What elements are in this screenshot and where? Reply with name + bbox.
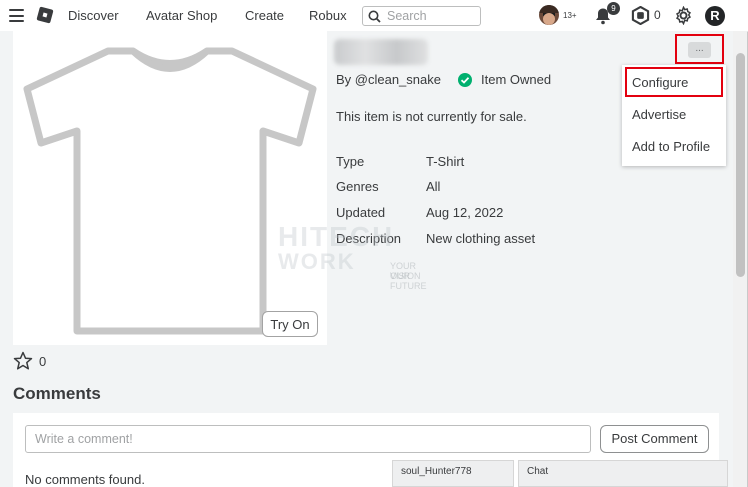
detail-value-updated: Aug 12, 2022 — [426, 205, 504, 220]
robux-icon[interactable] — [631, 6, 650, 25]
item-page-content: Try On By @clean_snake Item Owned This i… — [0, 31, 733, 487]
vertical-scrollbar[interactable] — [733, 31, 747, 487]
sale-status: This item is not currently for sale. — [336, 109, 527, 124]
comment-input[interactable]: Write a comment! — [25, 425, 591, 453]
favorite-star-icon[interactable] — [13, 351, 33, 371]
user-profile-icon[interactable]: R — [705, 6, 725, 26]
scrollbar-thumb[interactable] — [736, 53, 745, 277]
ellipsis-icon: ... — [688, 42, 711, 58]
menu-item-advertise[interactable]: Advertise — [632, 107, 686, 122]
nav-discover[interactable]: Discover — [68, 0, 119, 31]
item-owned-label: Item Owned — [481, 72, 552, 87]
nav-create[interactable]: Create — [245, 0, 284, 31]
comment-placeholder: Write a comment! — [35, 432, 133, 446]
menu-item-configure[interactable]: Configure — [632, 75, 688, 90]
roblox-logo-icon[interactable] — [36, 6, 54, 24]
item-title-blurred — [334, 39, 428, 65]
chat-user-tab[interactable]: soul_Hunter778 — [392, 460, 514, 487]
notification-count-badge: 9 — [607, 2, 620, 15]
search-placeholder: Search — [387, 9, 427, 23]
detail-label-updated: Updated — [336, 205, 386, 220]
item-thumbnail — [13, 31, 327, 345]
item-options-dropdown: Configure Advertise Add to Profile — [622, 65, 726, 166]
menu-item-add-to-profile[interactable]: Add to Profile — [632, 139, 710, 154]
nav-avatar-shop[interactable]: Avatar Shop — [146, 0, 217, 31]
no-comments-text: No comments found. — [25, 472, 145, 487]
watermark-tag2: OUR FUTURE — [390, 271, 427, 291]
tshirt-icon — [23, 47, 317, 335]
age-label: 13+ — [563, 11, 577, 20]
detail-value-genres[interactable]: All — [426, 179, 440, 194]
post-comment-button[interactable]: Post Comment — [600, 425, 709, 453]
detail-label-description: Description — [336, 231, 402, 246]
detail-value-type: T-Shirt — [426, 154, 465, 169]
hamburger-menu-icon[interactable] — [9, 9, 24, 22]
search-icon — [368, 10, 381, 23]
detail-label-genres: Genres — [336, 179, 379, 194]
robux-balance: 0 — [654, 8, 661, 22]
try-on-button[interactable]: Try On — [262, 311, 318, 337]
creator-link[interactable]: By @clean_snake — [336, 72, 441, 87]
top-navigation-bar: Discover Avatar Shop Create Robux Search… — [0, 0, 748, 32]
checkmark-icon — [458, 73, 472, 87]
gear-icon[interactable] — [674, 6, 693, 25]
search-input[interactable]: Search — [362, 6, 481, 26]
detail-value-description: New clothing asset — [426, 231, 536, 246]
watermark-tag1: YOUR VISION — [390, 261, 421, 281]
detail-label-type: Type — [336, 154, 365, 169]
user-avatar[interactable] — [539, 5, 559, 25]
more-options-button[interactable]: ... — [675, 34, 724, 64]
nav-robux[interactable]: Robux — [309, 0, 347, 31]
favorite-count: 0 — [39, 354, 47, 369]
comments-heading: Comments — [13, 384, 101, 403]
chat-tab[interactable]: Chat — [518, 460, 728, 487]
